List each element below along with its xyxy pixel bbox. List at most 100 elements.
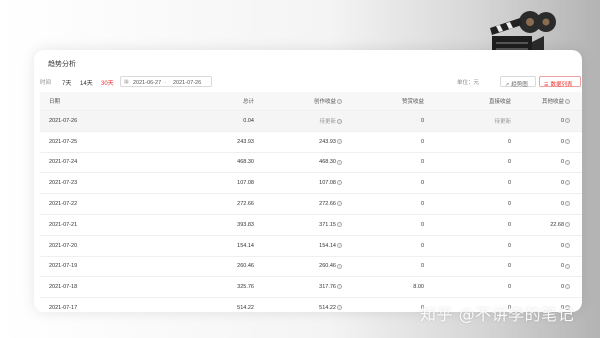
cell-date: 2021-07-24 (49, 159, 78, 166)
header-direct-income: 直接收益 (488, 99, 511, 105)
help-circle-icon[interactable]: ? (337, 242, 342, 248)
cell-appreciation-income: 0 (420, 263, 424, 270)
cell-creation-income: 468.30? (319, 159, 342, 166)
help-circle-icon[interactable]: ? (337, 305, 342, 311)
cell-creation-income: 154.14? (319, 242, 342, 249)
help-circle-icon[interactable]: ? (565, 117, 570, 123)
cell-creation-income: 514.22? (319, 305, 342, 312)
cell-other-income: 0? (560, 284, 570, 291)
trend-chart-button[interactable]: ↗ 趋势图 (500, 76, 536, 88)
revenue-table: 日期 总计 创作收益? 赞赏收益 直接收益 其他收益? 2021-07-26 0.… (40, 92, 582, 312)
list-icon: ☰ (544, 81, 549, 88)
cell-other-income: 0? (560, 138, 570, 145)
cell-appreciation-income: 0 (420, 159, 424, 166)
filter-toolbar: 时间 7天 14天 30天 ▦ 2021-06-27 - 2021-07-26 … (40, 76, 582, 88)
table-header-row: 日期 总计 创作收益? 赞赏收益 直接收益 其他收益? (40, 92, 582, 111)
calendar-icon: ▦ (124, 79, 129, 85)
cell-other-income: 0? (560, 242, 570, 249)
period-label: 时间 (40, 80, 52, 86)
cell-other-income: 0? (560, 201, 570, 208)
help-circle-icon[interactable]: ? (337, 159, 342, 165)
help-circle-icon[interactable]: ? (337, 284, 342, 290)
cell-creation-income: 243.93? (319, 138, 342, 145)
cell-creation-income: 待更新? (319, 118, 342, 125)
help-circle-icon[interactable]: ? (337, 138, 342, 144)
cell-date: 2021-07-19 (49, 263, 78, 270)
date-end: 2021-07-26 (173, 79, 202, 86)
list-button-label: 数据列表 (550, 81, 573, 88)
cell-direct-income: 0 (507, 242, 511, 249)
date-separator: - (164, 79, 166, 86)
cell-creation-income: 317.76? (319, 284, 342, 291)
header-appreciation-income: 赞赏收益 (401, 99, 424, 105)
table-body: 2021-07-26 0.04 待更新? 0 待更新 0? 2021-07-25 243.93… (40, 111, 582, 312)
unit-label: 单位：元 (457, 80, 480, 86)
help-circle-icon[interactable]: ? (565, 159, 570, 165)
cell-direct-income: 0 (507, 180, 511, 187)
cell-direct-income: 0 (507, 159, 511, 166)
cell-total: 272.66 (237, 201, 254, 208)
cell-total: 154.14 (237, 242, 254, 249)
trend-button-label: 趋势图 (511, 81, 528, 88)
help-circle-icon[interactable]: ? (337, 201, 342, 207)
help-circle-icon[interactable]: ? (337, 263, 342, 269)
help-circle-icon[interactable]: ? (565, 221, 570, 227)
table-row: 2021-07-26 0.04 待更新? 0 待更新 0? (40, 111, 582, 132)
cell-date: 2021-07-17 (49, 305, 78, 312)
cell-appreciation-income: 0 (420, 117, 424, 124)
cell-creation-income: 371.15? (319, 221, 342, 228)
trend-chart-icon: ↗ (505, 81, 510, 88)
table-row: 2021-07-23 107.08 107.08? 0 0 0? (40, 173, 582, 195)
chip-7-days[interactable]: 7天 (62, 78, 71, 87)
cell-creation-income: 272.66? (319, 201, 342, 208)
cell-creation-income: 260.46? (319, 263, 342, 270)
cell-total: 260.46 (237, 263, 254, 270)
table-row: 2021-07-24 468.30 468.30? 0 0 0? (40, 153, 582, 174)
help-circle-icon[interactable]: ? (337, 180, 342, 186)
help-circle-icon[interactable]: ? (565, 242, 570, 248)
cell-date: 2021-07-22 (49, 201, 78, 208)
cell-date: 2021-07-26 (49, 117, 78, 124)
cell-total: 0.04 (243, 117, 254, 124)
cell-date: 2021-07-21 (49, 221, 78, 228)
header-other-income: 其他收益? (541, 99, 570, 105)
panel-title: 趋势分析 (48, 61, 76, 68)
table-row: 2021-07-21 393.83 371.15? 0 0 22.68? (40, 215, 582, 236)
cell-appreciation-income: 0 (420, 221, 424, 228)
header-creation-income: 创作收益? (313, 99, 342, 105)
chip-30-days[interactable]: 30天 (101, 78, 114, 87)
cell-other-income: 22.68? (550, 221, 570, 228)
help-circle-icon[interactable]: ? (565, 201, 570, 207)
help-circle-icon[interactable]: ? (565, 138, 570, 144)
help-circle-icon[interactable]: ? (337, 99, 342, 105)
cell-direct-income: 0 (507, 138, 511, 145)
watermark: 知乎 @不讲李的笔记 (420, 305, 575, 324)
cell-creation-income: 107.08? (319, 180, 342, 187)
help-circle-icon[interactable]: ? (565, 99, 570, 105)
cell-direct-income: 0 (507, 263, 511, 270)
cell-other-income: 0? (560, 263, 570, 270)
revenue-trend-panel: 趋势分析 时间 7天 14天 30天 ▦ 2021-06-27 - 2021-0… (34, 50, 582, 312)
help-circle-icon[interactable]: ? (337, 118, 342, 124)
table-row: 2021-07-25 243.93 243.93? 0 0 0? (40, 132, 582, 153)
cell-date: 2021-07-20 (49, 242, 78, 249)
cell-appreciation-income: 0 (420, 201, 424, 208)
help-circle-icon[interactable]: ? (565, 180, 570, 186)
date-range-picker[interactable]: ▦ 2021-06-27 - 2021-07-26 (120, 76, 212, 87)
table-row: 2021-07-18 325.76 317.76? 8.00 0 0? (40, 277, 582, 299)
cell-date: 2021-07-25 (49, 138, 78, 145)
help-circle-icon[interactable]: ? (565, 263, 570, 269)
chip-14-days[interactable]: 14天 (80, 78, 93, 87)
table-row: 2021-07-22 272.66 272.66? 0 0 0? (40, 194, 582, 215)
header-total: 总计 (242, 99, 254, 105)
cell-date: 2021-07-23 (49, 180, 78, 187)
help-circle-icon[interactable]: ? (337, 221, 342, 227)
data-list-button[interactable]: ☰ 数据列表 (539, 76, 581, 88)
cell-date: 2021-07-18 (49, 284, 78, 291)
cell-direct-income: 待更新 (494, 118, 511, 125)
cell-total: 243.93 (237, 138, 254, 145)
table-row: 2021-07-20 154.14 154.14? 0 0 0? (40, 236, 582, 257)
help-circle-icon[interactable]: ? (565, 284, 570, 290)
cell-direct-income: 0 (507, 221, 511, 228)
cell-other-income: 0? (560, 159, 570, 166)
